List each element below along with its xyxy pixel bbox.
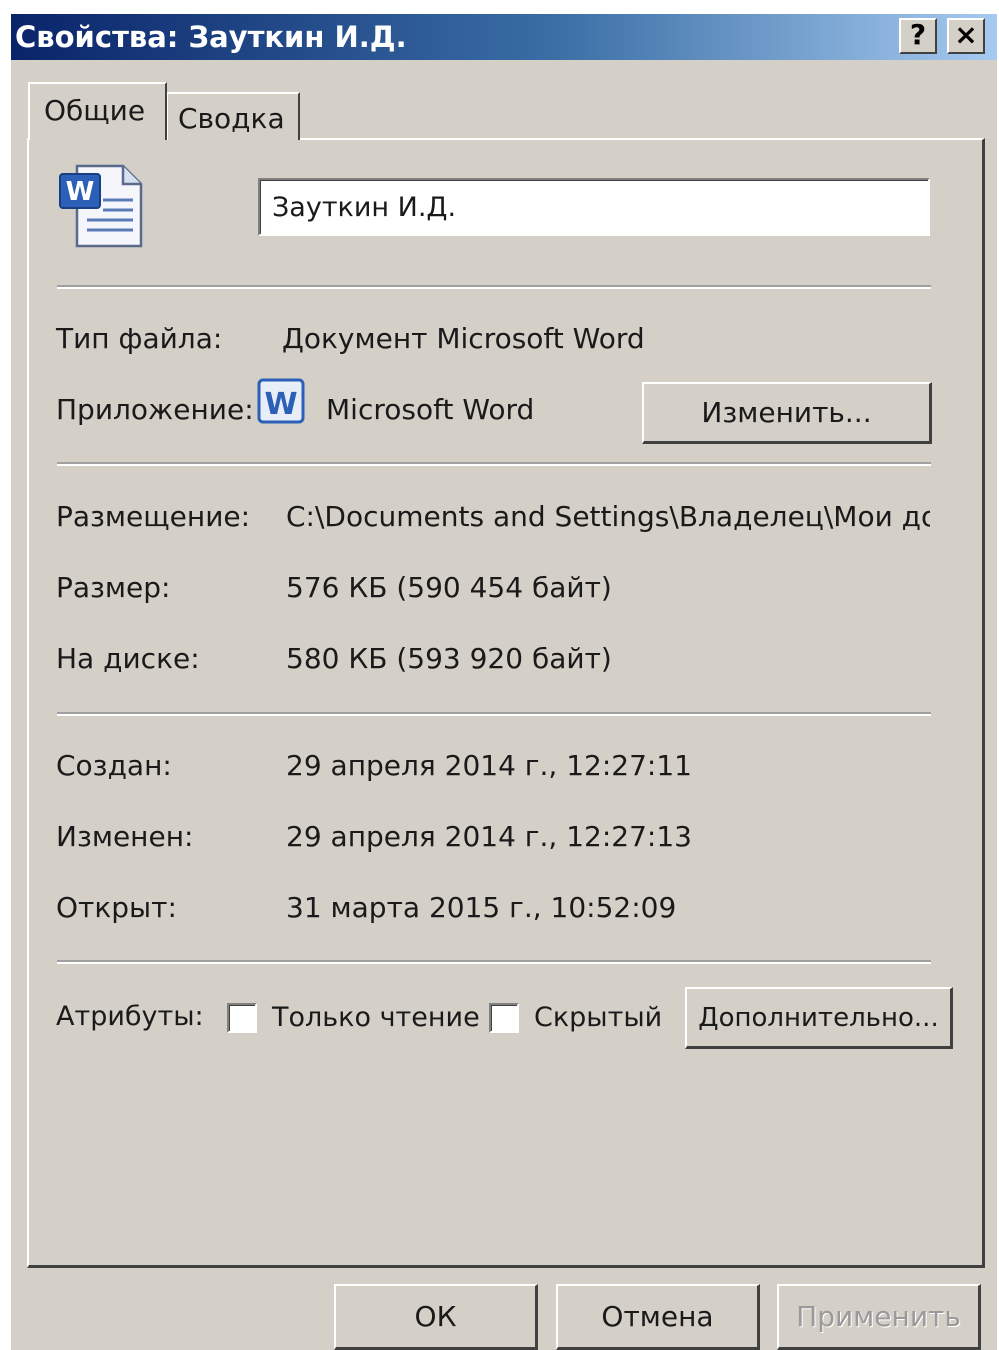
change-button[interactable]: Изменить...	[642, 382, 932, 444]
size-label: Размер:	[56, 571, 171, 604]
on-disk-label: На диске:	[56, 642, 200, 675]
separator	[57, 960, 931, 964]
modified-label: Изменен:	[56, 820, 194, 853]
readonly-label[interactable]: Только чтение	[272, 1001, 480, 1035]
general-tab-panel	[27, 138, 985, 1268]
opened-value: 31 марта 2015 г., 10:52:09	[286, 891, 677, 924]
tab-general[interactable]: Общие	[28, 82, 167, 140]
file-type-label: Тип файла:	[56, 322, 223, 355]
word-document-icon: W	[59, 164, 143, 248]
size-value: 576 КБ (590 454 байт)	[286, 571, 612, 604]
modified-value: 29 апреля 2014 г., 12:27:13	[286, 820, 692, 853]
created-value: 29 апреля 2014 г., 12:27:11	[286, 749, 692, 782]
cancel-button[interactable]: Отмена	[556, 1284, 760, 1350]
separator	[57, 462, 931, 466]
hidden-label[interactable]: Скрытый	[534, 1001, 662, 1035]
application-value: Microsoft Word	[326, 393, 535, 426]
word-app-icon: W	[257, 378, 305, 424]
attributes-label: Атрибуты:	[56, 1001, 204, 1032]
advanced-button[interactable]: Дополнительно...	[685, 987, 953, 1049]
location-label: Размещение:	[56, 500, 251, 533]
apply-button[interactable]: Применить	[777, 1284, 981, 1350]
application-label: Приложение:	[56, 393, 254, 426]
location-value: C:\Documents and Settings\Владелец\Мои д…	[286, 500, 930, 533]
hidden-checkbox[interactable]	[489, 1003, 519, 1033]
separator	[57, 285, 931, 289]
svg-text:W: W	[66, 177, 95, 207]
tab-summary[interactable]: Сводка	[166, 92, 300, 140]
created-label: Создан:	[56, 749, 172, 782]
separator	[57, 712, 931, 716]
readonly-checkbox[interactable]	[227, 1003, 257, 1033]
file-name-input[interactable]	[258, 178, 930, 236]
on-disk-value: 580 КБ (593 920 байт)	[286, 642, 612, 675]
ok-button[interactable]: ОК	[334, 1284, 538, 1350]
svg-text:W: W	[264, 387, 297, 422]
opened-label: Открыт:	[56, 891, 177, 924]
file-type-value: Документ Microsoft Word	[282, 322, 645, 355]
